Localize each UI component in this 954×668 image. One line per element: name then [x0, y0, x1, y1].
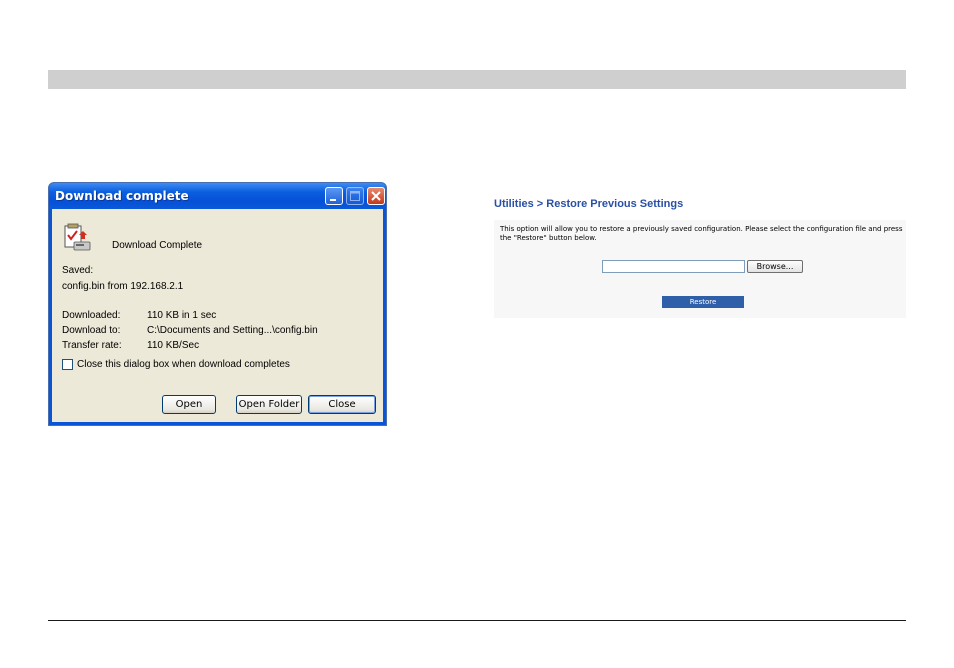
restore-button[interactable]: Restore	[662, 296, 744, 308]
minimize-icon[interactable]	[325, 187, 343, 205]
close-when-complete-checkbox[interactable]	[62, 359, 73, 370]
config-file-input[interactable]	[602, 260, 745, 273]
downloaded-value: 110 KB in 1 sec	[147, 310, 217, 321]
open-button[interactable]: Open	[162, 395, 216, 414]
restore-settings-panel: Utilities > Restore Previous Settings Th…	[488, 190, 906, 320]
download-to-value: C:\Documents and Setting...\config.bin	[147, 325, 318, 336]
close-button[interactable]: Close	[308, 395, 376, 414]
download-complete-dialog: Download complete Download Complete Save…	[48, 182, 387, 426]
saved-label: Saved:	[62, 265, 94, 276]
downloaded-label: Downloaded:	[62, 310, 121, 321]
restore-description: This option will allow you to restore a …	[500, 225, 903, 242]
dialog-titlebar[interactable]: Download complete	[49, 183, 386, 209]
browse-button[interactable]: Browse...	[747, 260, 803, 273]
footer-divider	[48, 620, 906, 621]
download-status: Download Complete	[112, 240, 203, 251]
dialog-title: Download complete	[55, 189, 189, 203]
transfer-rate-value: 110 KB/Sec	[147, 340, 200, 351]
transfer-rate-label: Transfer rate:	[62, 340, 122, 351]
header-bar	[48, 70, 906, 89]
download-to-label: Download to:	[62, 325, 121, 336]
open-folder-button[interactable]: Open Folder	[236, 395, 302, 414]
maximize-icon	[346, 187, 364, 205]
close-when-complete-label[interactable]: Close this dialog box when download comp…	[77, 359, 290, 370]
download-complete-icon	[64, 223, 91, 251]
page-title: Utilities > Restore Previous Settings	[494, 198, 684, 210]
saved-value: config.bin from 192.168.2.1	[62, 281, 184, 292]
close-icon[interactable]	[367, 187, 385, 205]
restore-settings-body: This option will allow you to restore a …	[494, 220, 906, 318]
dialog-body: Download Complete Saved: config.bin from…	[52, 209, 383, 422]
